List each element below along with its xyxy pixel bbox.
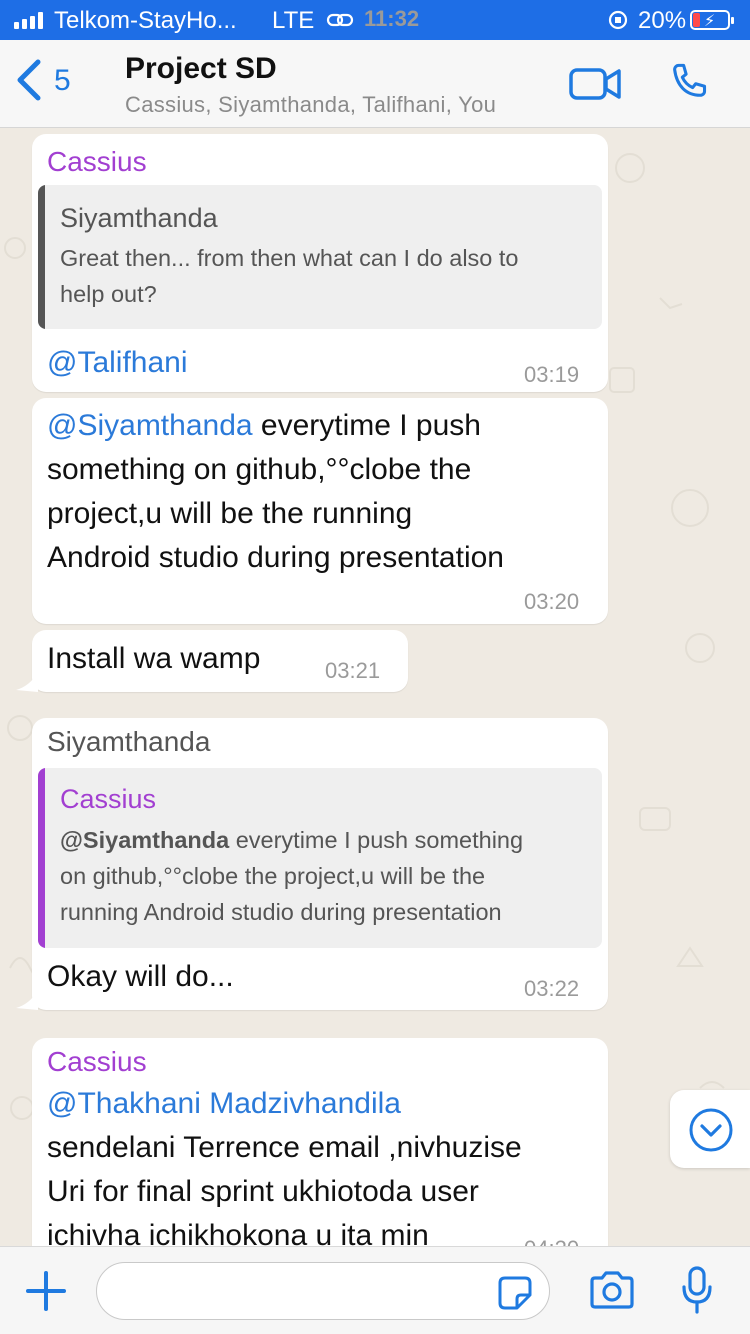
message-bubble[interactable]: Cassius @Thakhani Madzivhandila sendelan… (32, 1038, 608, 1246)
video-call-icon (569, 68, 621, 100)
message-bubble[interactable]: Siyamthanda Cassius @Siyamthanda everyti… (32, 718, 608, 1010)
plus-icon (26, 1271, 66, 1311)
message-time: 03:19 (524, 362, 580, 387)
battery-icon: ⚡ (690, 10, 734, 30)
attach-button[interactable] (24, 1269, 68, 1318)
quoted-text-line: Great then... from then what can I do al… (60, 245, 519, 271)
quoted-text-line: on github,°°clobe the project,u will be … (60, 863, 486, 889)
voice-call-button[interactable] (666, 60, 712, 111)
battery-percent: 20% (638, 7, 687, 34)
back-button[interactable]: 5 (14, 58, 71, 102)
message-list[interactable]: Cassius Siyamthanda Great then... from t… (0, 128, 750, 1246)
bubble-tail (16, 672, 38, 692)
message-text-line: sendelani Terrence email ,nivhuzise (47, 1131, 522, 1164)
mention-link[interactable]: @Siyamthanda (47, 409, 253, 442)
message-input[interactable] (96, 1262, 550, 1320)
quoted-message[interactable]: Cassius @Siyamthanda everytime I push so… (38, 768, 602, 948)
mention-link[interactable]: @Thakhani Madzivhandila (47, 1082, 597, 1126)
unread-count: 5 (54, 64, 71, 97)
link-icon (326, 9, 354, 37)
quoted-text-line: help out? (60, 281, 157, 307)
scroll-to-bottom-button[interactable] (670, 1090, 750, 1168)
mention-link[interactable]: @Talifhani (47, 341, 188, 385)
chevron-left-icon (17, 59, 41, 101)
message-text-line: ichivha ichikhokona u ita min (47, 1219, 429, 1246)
rotation-lock-icon (606, 9, 630, 38)
message-time: 03:21 (325, 658, 381, 683)
quoted-text: @Siyamthanda everytime I push something … (60, 822, 523, 930)
message-text: @Siyamthanda everytime I push something … (47, 404, 597, 580)
quoted-text-line: running Android studio during presentati… (60, 899, 502, 925)
video-call-button[interactable] (568, 64, 622, 109)
quoted-message[interactable]: Siyamthanda Great then... from then what… (38, 185, 602, 329)
message-text-line: everytime I push (252, 409, 481, 442)
clock: 11:32 (364, 6, 420, 31)
bubble-tail (16, 990, 38, 1010)
quote-bar (38, 185, 45, 329)
message-bubble[interactable]: Install wa wamp 03:21 (32, 630, 408, 692)
chat-header: 5 Project SD Cassius, Siyamthanda, Talif… (0, 40, 750, 128)
camera-button[interactable] (588, 1269, 636, 1316)
sender-name: Cassius (47, 1046, 147, 1077)
composer-bar (0, 1246, 750, 1334)
carrier-name: Telkom-StayHo... (54, 7, 237, 34)
quoted-text-line: everytime I push something (229, 827, 524, 853)
message-bubble[interactable]: Cassius Siyamthanda Great then... from t… (32, 134, 608, 392)
message-text-line: project,u will be the running (47, 497, 413, 530)
group-participants[interactable]: Cassius, Siyamthanda, Talifhani, You (125, 92, 496, 118)
camera-icon (590, 1271, 634, 1309)
signal-strength-icon (14, 12, 43, 29)
message-text: Okay will do... (47, 960, 234, 993)
message-time: 03:22 (524, 976, 580, 1001)
network-type: LTE (272, 7, 315, 34)
message-text: Install wa wamp (47, 642, 261, 675)
message-bubble[interactable]: @Siyamthanda everytime I push something … (32, 398, 608, 624)
sender-name: Cassius (47, 146, 147, 177)
voice-message-button[interactable] (680, 1265, 714, 1322)
sticker-icon (498, 1276, 532, 1310)
battery-fill (693, 13, 700, 27)
message-text-line: something on github,°°clobe the (47, 453, 472, 486)
group-title[interactable]: Project SD (125, 52, 277, 86)
message-text-line: Uri for final sprint ukhiotoda user (47, 1175, 479, 1208)
microphone-icon (682, 1266, 712, 1314)
message-time: 04:20 (524, 1236, 579, 1246)
sender-name: Siyamthanda (47, 726, 211, 757)
chevron-down-circle-icon (689, 1108, 733, 1152)
message-text-line: Android studio during presentation (47, 541, 504, 574)
quoted-text: Great then... from then what can I do al… (60, 240, 519, 312)
phone-icon (673, 63, 707, 97)
quote-bar (38, 768, 45, 948)
quoted-sender: Cassius (60, 784, 157, 814)
message-text: @Thakhani Madzivhandila sendelani Terren… (47, 1082, 597, 1246)
message-time: 03:20 (524, 589, 580, 614)
status-bar: Telkom-StayHo... LTE 11:32 20% ⚡ (0, 0, 750, 40)
quoted-mention: @Siyamthanda (60, 827, 230, 853)
sticker-button[interactable] (497, 1275, 533, 1316)
quoted-sender: Siyamthanda (60, 203, 218, 233)
